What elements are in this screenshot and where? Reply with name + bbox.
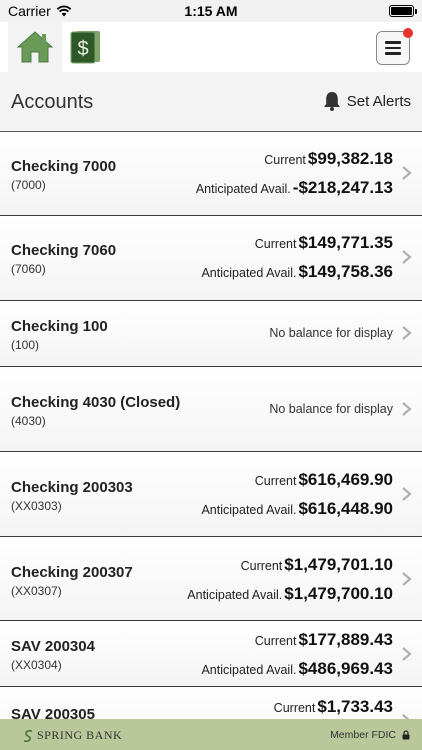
account-number: (100) xyxy=(11,338,40,352)
account-number: (XX0303) xyxy=(11,499,62,513)
current-balance: Current $1,733.43 xyxy=(274,697,393,717)
chevron-right-icon xyxy=(402,402,412,416)
current-amount: $99,382.18 xyxy=(307,149,393,168)
account-row[interactable]: Checking 4030 (Closed) (4030) No balance… xyxy=(0,367,422,452)
current-balance: Current $149,771.35 xyxy=(255,233,393,253)
current-amount: $616,469.90 xyxy=(298,470,393,489)
current-balance: Current $616,469.90 xyxy=(255,470,393,490)
account-number: (XX0304) xyxy=(11,658,62,672)
account-row[interactable]: SAV 200304 (XX0304) Current $177,889.43 A… xyxy=(0,621,422,687)
current-balance: Current $177,889.43 xyxy=(255,630,393,650)
current-amount: $177,889.43 xyxy=(298,630,393,649)
lock-icon xyxy=(402,730,410,740)
anticipated-amount: $1,479,700.10 xyxy=(284,584,393,603)
clock: 1:15 AM xyxy=(184,3,238,19)
set-alerts-label: Set Alerts xyxy=(346,92,411,110)
bell-icon xyxy=(323,92,340,111)
chevron-right-icon xyxy=(402,250,412,264)
anticipated-amount: $486,969.43 xyxy=(298,659,393,678)
chevron-right-icon xyxy=(402,166,412,180)
notification-badge xyxy=(403,28,413,38)
account-number: (4030) xyxy=(11,414,46,428)
fdic-notice: Member FDIC xyxy=(330,729,410,741)
home-tab[interactable] xyxy=(8,22,62,72)
account-number: (7060) xyxy=(11,262,46,276)
account-name: Checking 7000 xyxy=(11,158,117,175)
chevron-right-icon xyxy=(402,326,412,340)
anticipated-label: Anticipated Avail. xyxy=(201,266,297,280)
no-balance-text: No balance for display xyxy=(269,402,393,416)
bank-name: SPRING BANK xyxy=(37,728,123,742)
account-name: Checking 100 xyxy=(11,318,108,335)
no-balance-text: No balance for display xyxy=(269,326,393,340)
chevron-right-icon xyxy=(402,572,412,586)
dollar-icon: $ xyxy=(70,31,100,64)
account-row[interactable]: Checking 7000 (7000) Current $99,382.18 A… xyxy=(0,132,422,216)
account-row[interactable]: Checking 100 (100) No balance for displa… xyxy=(0,301,422,367)
account-list: Checking 7000 (7000) Current $99,382.18 A… xyxy=(0,132,422,747)
anticipated-balance: Anticipated Avail. $616,448.90 xyxy=(201,499,393,519)
set-alerts-button[interactable]: Set Alerts xyxy=(323,91,411,111)
account-name: Checking 200307 xyxy=(11,564,133,581)
anticipated-balance: Anticipated Avail. $1,479,700.10 xyxy=(187,584,393,604)
top-nav: $ xyxy=(0,22,422,72)
anticipated-amount: $149,758.36 xyxy=(298,262,393,281)
current-label: Current xyxy=(273,701,316,715)
anticipated-balance: Anticipated Avail. -$218,247.13 xyxy=(196,178,393,198)
page-header: Accounts Set Alerts xyxy=(0,72,422,132)
svg-text:$: $ xyxy=(77,38,88,60)
anticipated-label: Anticipated Avail. xyxy=(187,588,283,602)
footer-bar: SPRING BANK Member FDIC xyxy=(0,719,422,750)
account-number: (XX0307) xyxy=(11,584,62,598)
status-bar: Carrier 1:15 AM xyxy=(0,0,422,22)
accounts-screen: Carrier 1:15 AM $ Accounts Set Alerts Ch… xyxy=(0,0,422,750)
current-label: Current xyxy=(254,237,297,251)
current-label: Current xyxy=(254,474,297,488)
account-row[interactable]: Checking 7060 (7060) Current $149,771.35 … xyxy=(0,216,422,301)
account-name: Checking 4030 (Closed) xyxy=(11,394,181,411)
home-icon xyxy=(16,31,54,63)
anticipated-amount: -$218,247.13 xyxy=(292,178,393,197)
current-amount: $149,771.35 xyxy=(298,233,393,252)
account-row[interactable]: Checking 200307 (XX0307) Current $1,479,7… xyxy=(0,537,422,621)
bank-logo: SPRING BANK xyxy=(22,728,122,743)
current-label: Current xyxy=(240,559,283,573)
anticipated-balance: Anticipated Avail. $486,969.43 xyxy=(201,659,393,679)
anticipated-label: Anticipated Avail. xyxy=(195,182,291,196)
anticipated-label: Anticipated Avail. xyxy=(201,663,297,677)
battery-icon xyxy=(389,5,417,17)
spring-swirl-icon xyxy=(23,729,33,742)
account-name: SAV 200304 xyxy=(11,638,95,655)
account-name: Checking 7060 xyxy=(11,242,117,259)
hamburger-icon xyxy=(385,38,401,58)
account-row[interactable]: Checking 200303 (XX0303) Current $616,469… xyxy=(0,452,422,537)
anticipated-balance: Anticipated Avail. $149,758.36 xyxy=(201,262,393,282)
current-balance: Current $1,479,701.10 xyxy=(241,555,393,575)
account-number: (7000) xyxy=(11,178,46,192)
account-name: Checking 200303 xyxy=(11,479,133,496)
money-tab[interactable]: $ xyxy=(62,22,110,72)
chevron-right-icon xyxy=(402,487,412,501)
page-title: Accounts xyxy=(11,91,94,113)
menu-button[interactable] xyxy=(376,28,413,65)
current-label: Current xyxy=(264,153,306,167)
current-label: Current xyxy=(254,634,297,648)
anticipated-label: Anticipated Avail. xyxy=(201,503,297,517)
current-amount: $1,479,701.10 xyxy=(284,555,393,574)
current-amount: $1,733.43 xyxy=(317,697,393,716)
current-balance: Current $99,382.18 xyxy=(264,149,393,169)
anticipated-amount: $616,448.90 xyxy=(298,499,393,518)
chevron-right-icon xyxy=(402,647,412,661)
fdic-label: Member FDIC xyxy=(330,729,396,741)
